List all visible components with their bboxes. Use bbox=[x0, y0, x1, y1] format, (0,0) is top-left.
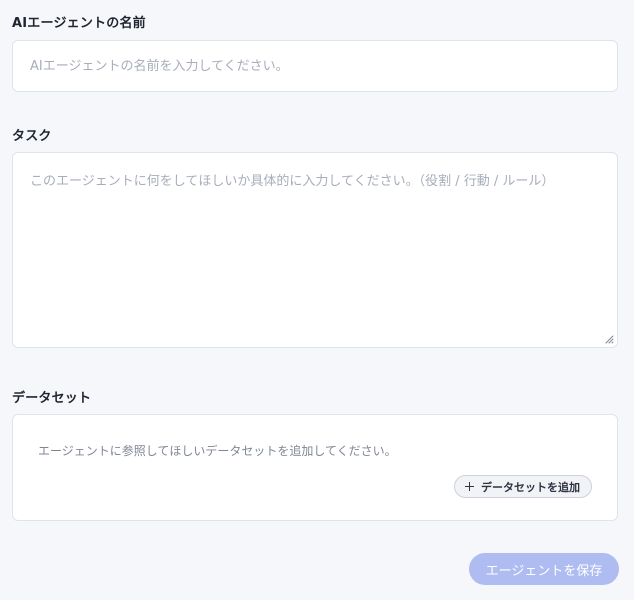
task-label: タスク bbox=[12, 129, 52, 144]
dataset-field: エージェントに参照してほしいデータセットを追加してください。 データセットを追加 bbox=[12, 414, 618, 521]
add-dataset-button-label: データセットを追加 bbox=[481, 481, 580, 494]
agent-name-input[interactable] bbox=[13, 41, 617, 91]
agent-form: AIエージェントの名前 タスク データセット エージェントに参照してほしいデータ… bbox=[0, 0, 634, 600]
save-agent-button[interactable]: エージェントを保存 bbox=[469, 553, 619, 585]
dataset-label: データセット bbox=[12, 391, 92, 406]
resize-handle-icon[interactable] bbox=[604, 334, 614, 344]
agent-name-field bbox=[12, 40, 618, 92]
task-textarea[interactable] bbox=[13, 153, 617, 347]
add-dataset-button[interactable]: データセットを追加 bbox=[454, 475, 592, 498]
task-field bbox=[12, 152, 618, 348]
dataset-help-text: エージェントに参照してほしいデータセットを追加してください。 bbox=[38, 444, 397, 458]
plus-icon bbox=[465, 482, 474, 491]
agent-name-label: AIエージェントの名前 bbox=[12, 16, 146, 31]
